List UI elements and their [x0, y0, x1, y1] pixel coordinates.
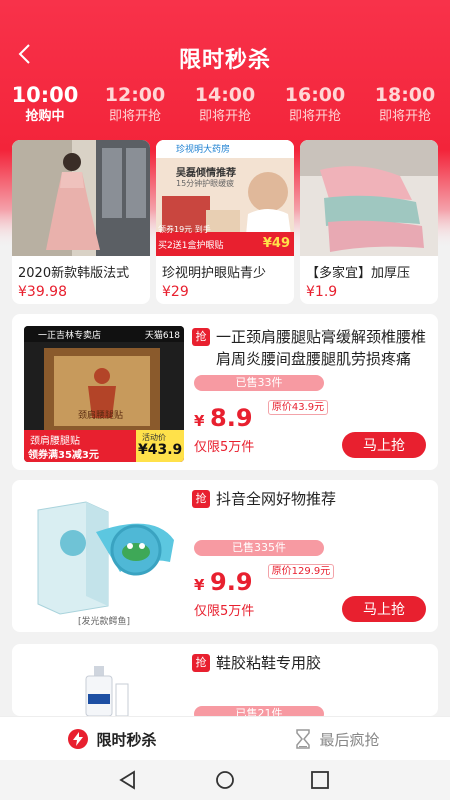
header: 限时秒杀 [0, 0, 450, 80]
price-value: 8.9 [210, 404, 253, 432]
highlight-card-dress[interactable]: 2020新款韩版法式 ¥39.98 [12, 140, 150, 304]
tab-label: 限时秒杀 [96, 730, 157, 749]
highlight-name: 珍视明护眼贴青少 [162, 266, 267, 281]
time-slot-status: 即将开抢 [198, 109, 251, 124]
tab-last-chance[interactable]: 最后疯抢 [225, 717, 450, 761]
dress-product-image [12, 140, 150, 256]
product-image: 一正吉林专卖店 天猫618 颈肩腰腿贴 颈肩腰腿贴 领券满35减3元 活动价 ¥… [24, 326, 184, 462]
image-caption: [发光款鳄鱼] [77, 617, 131, 627]
currency-symbol: ¥ [194, 576, 205, 594]
flash-sale-tag: 抢 [192, 654, 210, 672]
stock-limit: 仅限5万件 [194, 604, 255, 619]
time-slot-status: 即将开抢 [108, 109, 161, 124]
nav-home-icon[interactable] [213, 768, 237, 792]
time-slot-status: 即将开抢 [288, 109, 341, 124]
product-image: [发光款鳄鱼] [24, 492, 184, 628]
product-card[interactable]: 抢 鞋胶粘鞋专用胶 已售21件 [12, 644, 438, 716]
original-price-badge: 原价43.9元 [268, 400, 328, 415]
product-title: 一正颈肩腰腿贴膏缓解颈椎腰椎肩周炎腰间盘腰腿肌劳损疼痛 [216, 328, 427, 368]
product-title: 抖音全网好物推荐 [216, 490, 337, 508]
eye-patch-promo: 买2送1盒护眼贴 [158, 241, 224, 251]
tab-label: 最后疯抢 [319, 730, 380, 749]
highlight-name: 【多家宜】加厚压 [306, 266, 411, 281]
bottom-tab-bar: 限时秒杀 最后疯抢 [0, 716, 450, 760]
time-slot-status: 抢购中 [25, 109, 65, 124]
product-image [24, 656, 184, 716]
eye-patch-product-image: 珍视明大药房 吴磊倾情推荐 15分钟护眼缓疲 领券19元 到手 买2送1盒护眼贴… [156, 140, 294, 256]
page-title: 限时秒杀 [178, 48, 271, 73]
time-slot-1200[interactable]: 12:00 即将开抢 [90, 84, 180, 126]
buy-now-button[interactable]: 马上抢 [342, 432, 426, 458]
time-slot-bar: 10:00 抢购中 12:00 即将开抢 14:00 即将开抢 16:00 即将… [0, 84, 450, 128]
store-label: 一正吉林专卖店 [38, 331, 102, 341]
time-slot-1400[interactable]: 14:00 即将开抢 [180, 84, 270, 126]
highlight-card-eye-patch[interactable]: 珍视明大药房 吴磊倾情推荐 15分钟护眼缓疲 领券19元 到手 买2送1盒护眼贴… [156, 140, 294, 304]
highlight-price: ¥29 [162, 284, 189, 300]
sale-price: ¥ 9.9 [194, 568, 253, 596]
tab-flash-sale[interactable]: 限时秒杀 [0, 717, 225, 761]
buy-now-button[interactable]: 马上抢 [342, 596, 426, 622]
time-slot-status: 即将开抢 [378, 109, 431, 124]
time-slot-1800[interactable]: 18:00 即将开抢 [360, 84, 450, 126]
stock-limit: 仅限5万件 [194, 440, 255, 455]
eye-patch-line1: 吴磊倾情推荐 [176, 168, 236, 179]
eye-patch-img-price: ¥49 [262, 236, 290, 251]
flash-sale-tag: 抢 [192, 490, 210, 508]
highlight-price: ¥1.9 [306, 284, 338, 300]
time-slot-time: 12:00 [104, 84, 166, 106]
eye-patch-promo2: 领券19元 到手 [158, 225, 211, 234]
time-slot-time: 14:00 [194, 84, 256, 106]
price-value: 9.9 [210, 568, 253, 596]
time-slot-1600[interactable]: 16:00 即将开抢 [270, 84, 360, 126]
original-price-badge: 原价129.9元 [268, 564, 334, 579]
sold-count-badge: 已售21件 [194, 706, 324, 716]
time-slot-1000[interactable]: 10:00 抢购中 [0, 84, 90, 126]
nav-back-icon[interactable] [116, 768, 140, 792]
promo-price: ¥43.9 [138, 442, 183, 458]
towel-product-image [300, 140, 438, 256]
mall-label: 天猫618 [144, 331, 180, 341]
eye-patch-brand: 珍视明大药房 [176, 145, 231, 155]
box-label: 颈肩腰腿贴 [78, 411, 124, 421]
sold-count-badge: 已售33件 [194, 375, 324, 391]
highlight-card-towel[interactable]: 【多家宜】加厚压 ¥1.9 [300, 140, 438, 304]
system-navigation-bar [0, 760, 450, 800]
flash-sale-tag: 抢 [192, 328, 210, 346]
time-slot-time: 18:00 [374, 84, 436, 106]
nav-recents-icon[interactable] [308, 768, 332, 792]
currency-symbol: ¥ [194, 412, 205, 430]
highlight-price: ¥39.98 [18, 284, 67, 300]
sold-count-badge: 已售335件 [194, 540, 324, 556]
eye-patch-line2: 15分钟护眼缓疲 [176, 179, 235, 188]
product-card[interactable]: [发光款鳄鱼] 抢 抖音全网好物推荐 已售335件 ¥ 9.9 原价129.9元… [12, 480, 438, 632]
hourglass-icon [296, 729, 311, 749]
time-slot-time: 16:00 [284, 84, 346, 106]
coupon-label: 领券满35减3元 [28, 450, 99, 461]
lightning-icon [68, 729, 89, 749]
product-title: 鞋胶粘鞋专用胶 [216, 654, 322, 672]
highlight-name: 2020新款韩版法式 [18, 266, 130, 281]
product-card[interactable]: 一正吉林专卖店 天猫618 颈肩腰腿贴 颈肩腰腿贴 领券满35减3元 活动价 ¥… [12, 314, 438, 470]
product-label: 颈肩腰腿贴 [30, 436, 80, 447]
time-slot-time: 10:00 [11, 83, 79, 107]
sale-price: ¥ 8.9 [194, 404, 253, 432]
